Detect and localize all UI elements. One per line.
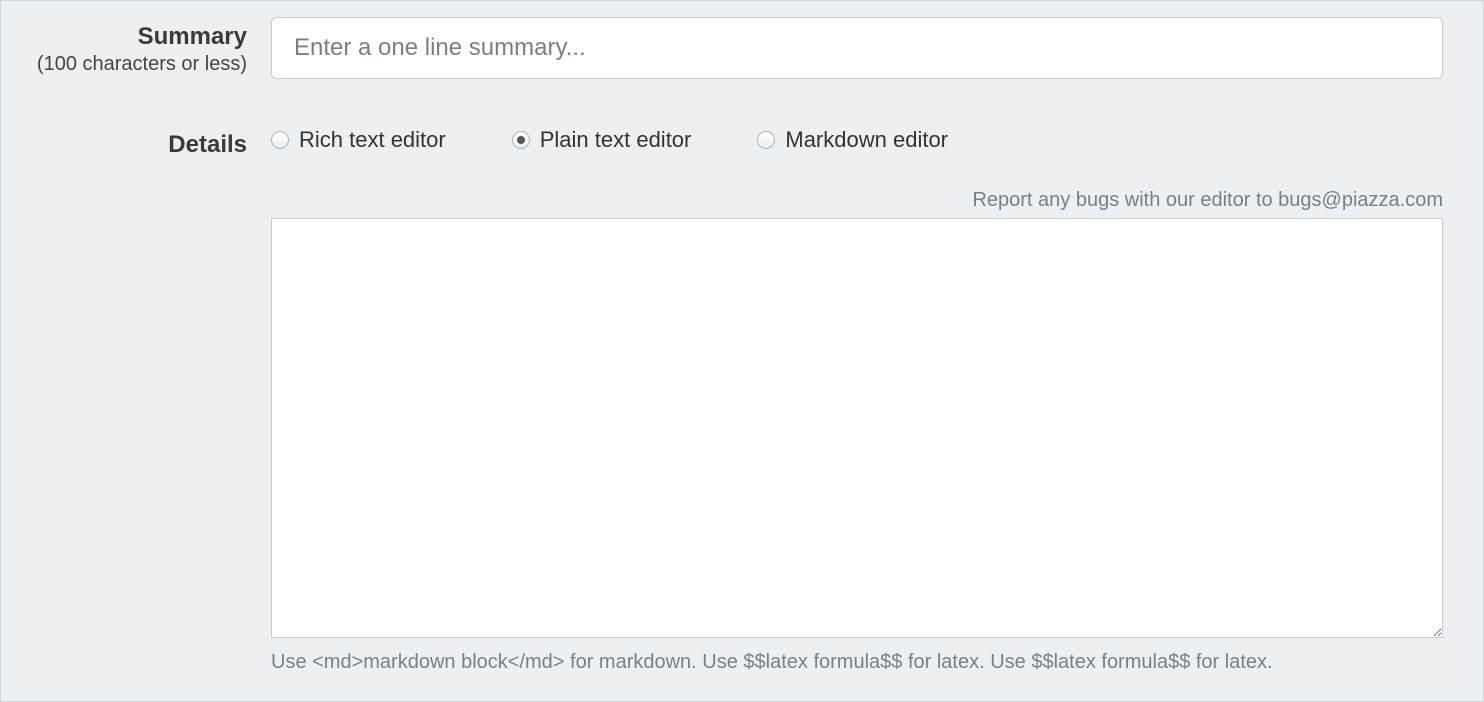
editor-radio-label: Rich text editor xyxy=(299,127,446,153)
radio-icon xyxy=(271,131,289,149)
editor-radio-label: Markdown editor xyxy=(785,127,948,153)
post-form-panel: Summary (100 characters or less) Details… xyxy=(0,0,1484,702)
details-textarea[interactable] xyxy=(271,218,1443,638)
editor-type-radio-group: Rich text editor Plain text editor Markd… xyxy=(271,127,1443,153)
summary-field-col xyxy=(271,17,1443,79)
editor-bug-note: Report any bugs with our editor to bugs@… xyxy=(972,189,1443,212)
details-label-col: Details xyxy=(27,127,271,159)
summary-label: Summary xyxy=(27,23,247,51)
editor-row xyxy=(27,218,1443,643)
hint-row: Use <md>markdown block</md> for markdown… xyxy=(27,651,1443,674)
details-row: Details Rich text editor Plain text edit… xyxy=(27,127,1443,159)
summary-sublabel: (100 characters or less) xyxy=(27,53,247,76)
editor-radio-rich[interactable]: Rich text editor xyxy=(271,127,446,153)
bug-note-row: Report any bugs with our editor to bugs@… xyxy=(27,159,1443,212)
summary-label-col: Summary (100 characters or less) xyxy=(27,17,271,76)
editor-radio-label: Plain text editor xyxy=(540,127,692,153)
editor-radio-markdown[interactable]: Markdown editor xyxy=(757,127,948,153)
summary-row: Summary (100 characters or less) xyxy=(27,17,1443,79)
summary-input[interactable] xyxy=(271,17,1443,79)
radio-icon xyxy=(757,131,775,149)
editor-radio-plain[interactable]: Plain text editor xyxy=(512,127,692,153)
details-label: Details xyxy=(27,131,247,159)
editor-hint-text: Use <md>markdown block</md> for markdown… xyxy=(271,651,1273,673)
details-field-col: Rich text editor Plain text editor Markd… xyxy=(271,127,1443,153)
radio-icon xyxy=(512,131,530,149)
